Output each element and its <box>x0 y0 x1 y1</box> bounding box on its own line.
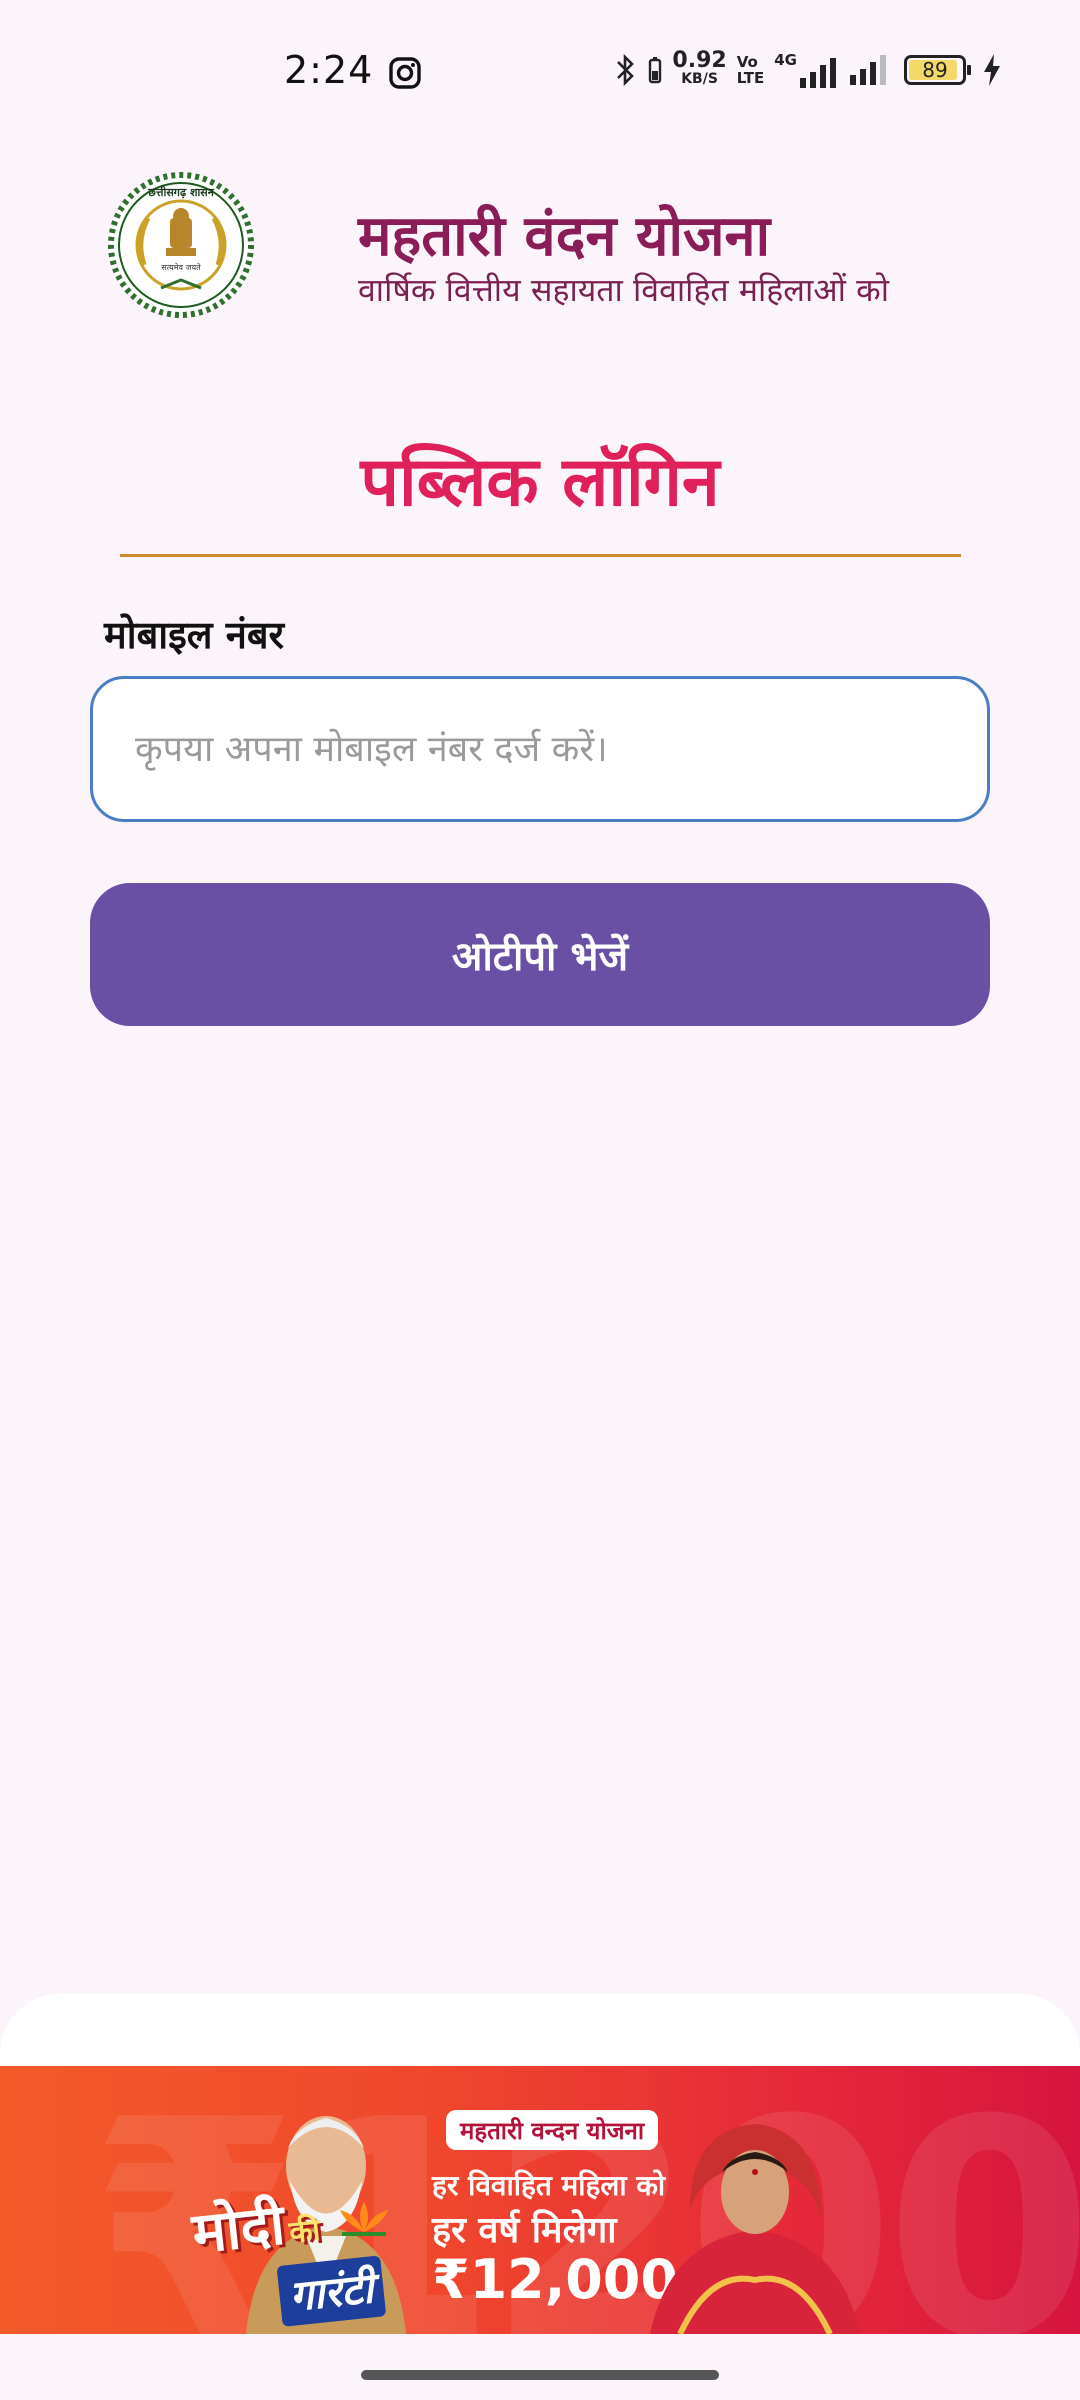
scheme-banner[interactable]: ₹12000 मोदीकी गारंटी महतारी वन्दन योजना … <box>0 2066 1080 2334</box>
cg-government-logo: सत्यमेव जयते छत्तीसगढ़ शासन <box>108 172 254 318</box>
mobile-number-input[interactable] <box>90 676 990 822</box>
battery-saver-icon <box>649 57 662 84</box>
banner-line1: हर विवाहित महिला को <box>432 2169 666 2202</box>
signal-icon <box>800 58 836 88</box>
network-speed: 0.92 KB/S <box>672 48 727 88</box>
guarantee-ki: की <box>287 2212 322 2251</box>
gesture-nav-handle[interactable] <box>361 2370 719 2380</box>
banner-line2: हर वर्ष मिलेगा <box>432 2210 617 2251</box>
signal-4g: 4G <box>774 52 840 88</box>
send-otp-button[interactable]: ओटीपी भेजें <box>90 883 990 1026</box>
volte-top: Vo <box>736 53 758 71</box>
battery-icon: 89 <box>904 55 971 85</box>
volte-bottom: LTE <box>736 69 765 87</box>
woman-photo-icon <box>650 2124 860 2334</box>
mobile-number-label: मोबाइल नंबर <box>104 613 285 657</box>
network-type: 4G <box>774 51 797 69</box>
guarantee-line2: गारंटी <box>276 2255 387 2327</box>
modi-guarantee-tag: मोदीकी गारंटी <box>189 2187 387 2334</box>
network-speed-value: 0.92 <box>672 48 727 73</box>
bluetooth-icon <box>617 53 635 87</box>
logo-text-bottom: सत्यमेव जयते <box>161 262 201 272</box>
heading-divider <box>120 554 961 557</box>
network-speed-unit: KB/S <box>681 71 718 87</box>
guarantee-line1: मोदी <box>189 2192 288 2267</box>
app-title: महतारी वंदन योजना <box>358 204 771 269</box>
status-time: 2:24 <box>284 48 374 92</box>
login-heading: पब्लिक लॉगिन <box>360 443 720 522</box>
volte-indicator: Vo LTE <box>737 54 765 86</box>
banner-amount: ₹12,000 <box>432 2248 678 2311</box>
signal-icon-sim2 <box>850 55 886 85</box>
logo-text-top: छत्तीसगढ़ शासन <box>147 185 215 199</box>
battery-level: 89 <box>922 58 948 82</box>
charging-icon <box>984 54 1000 86</box>
app-subtitle: वार्षिक वित्तीय सहायता विवाहित महिलाओं क… <box>358 271 889 309</box>
instagram-icon <box>389 57 421 89</box>
banner-scheme-pill: महतारी वन्दन योजना <box>446 2110 659 2150</box>
status-bar: 2:24 0.92 KB/S Vo LTE 4G 89 <box>0 0 1080 140</box>
status-icons: 0.92 KB/S Vo LTE 4G 89 <box>614 48 1002 92</box>
